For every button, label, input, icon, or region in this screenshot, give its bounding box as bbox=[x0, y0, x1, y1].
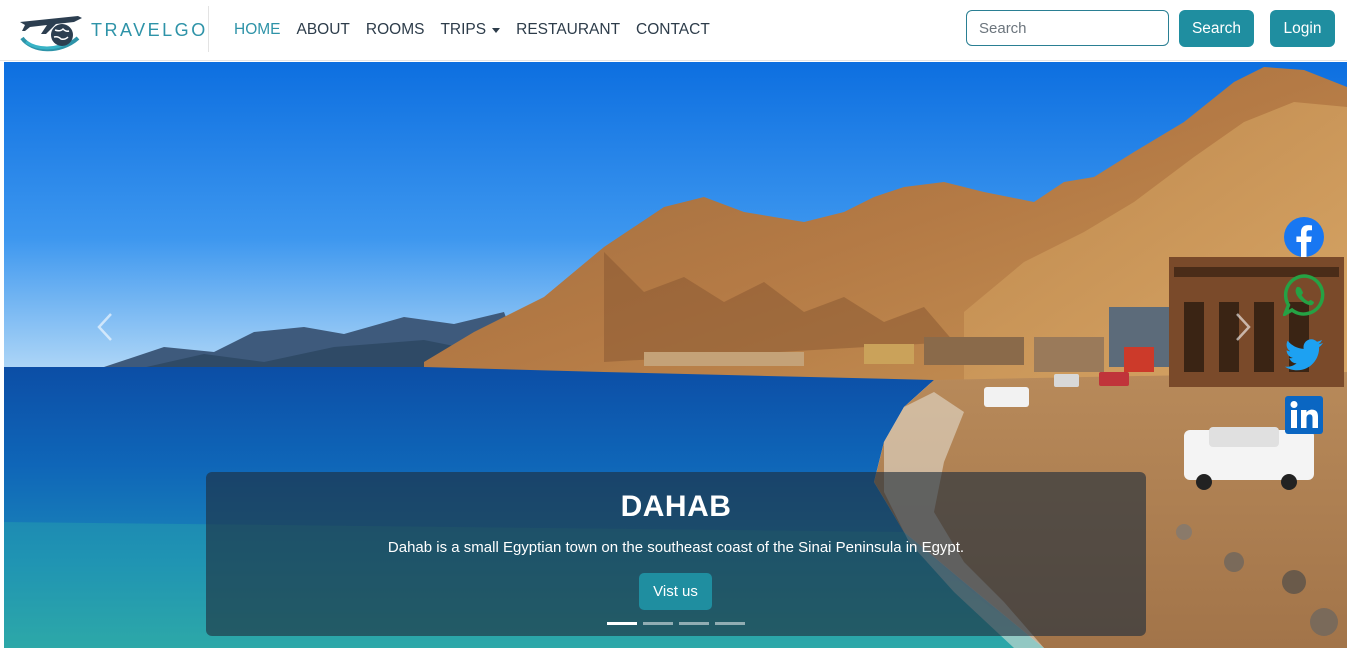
nav-item-label: TRIPS bbox=[440, 21, 487, 38]
slide-caption: DAHAB Dahab is a small Egyptian town on … bbox=[206, 472, 1146, 636]
search-button[interactable]: Search bbox=[1179, 10, 1254, 47]
nav-item-label: ROOMS bbox=[365, 21, 425, 38]
hero-carousel: DAHAB Dahab is a small Egyptian town on … bbox=[4, 62, 1347, 648]
carousel-indicator[interactable] bbox=[679, 622, 709, 625]
caret-down-icon bbox=[492, 27, 501, 33]
nav-item-restaurant[interactable]: RESTAURANT bbox=[516, 21, 620, 39]
carousel-indicators bbox=[607, 622, 745, 625]
visit-us-button[interactable]: Vist us bbox=[639, 573, 712, 610]
carousel-indicator[interactable] bbox=[607, 622, 637, 625]
facebook-icon[interactable] bbox=[1283, 216, 1325, 258]
carousel-prev-button[interactable] bbox=[90, 307, 120, 347]
carousel-next-button[interactable] bbox=[1228, 307, 1258, 347]
chevron-right-icon bbox=[1236, 313, 1251, 341]
brand[interactable]: TRAVELGO bbox=[16, 8, 208, 52]
carousel-indicator[interactable] bbox=[643, 622, 673, 625]
brand-name: TRAVELGO bbox=[91, 19, 208, 40]
linkedin-icon[interactable] bbox=[1283, 394, 1325, 436]
nav-item-label: CONTACT bbox=[636, 21, 710, 38]
nav-item-about[interactable]: ABOUT bbox=[297, 21, 350, 39]
nav-item-contact[interactable]: CONTACT bbox=[636, 21, 710, 39]
slide-description: Dahab is a small Egyptian town on the so… bbox=[387, 539, 965, 556]
twitter-icon[interactable] bbox=[1283, 334, 1325, 376]
nav-item-label: ABOUT bbox=[296, 21, 350, 38]
nav-item-trips[interactable]: TRIPS bbox=[440, 21, 501, 39]
carousel-indicator[interactable] bbox=[715, 622, 745, 625]
chevron-left-icon bbox=[97, 313, 112, 341]
navbar: TRAVELGO HOME ABOUT ROOMS TRIPS RESTAURA… bbox=[0, 0, 1347, 61]
main-nav: HOME ABOUT ROOMS TRIPS RESTAURANT CONTAC… bbox=[226, 0, 718, 60]
login-button[interactable]: Login bbox=[1270, 10, 1335, 47]
nav-item-home[interactable]: HOME bbox=[234, 21, 281, 39]
brand-divider bbox=[208, 6, 209, 52]
nav-item-label: RESTAURANT bbox=[516, 21, 621, 38]
plane-globe-logo-icon bbox=[20, 16, 82, 52]
whatsapp-icon[interactable] bbox=[1283, 274, 1325, 316]
nav-item-rooms[interactable]: ROOMS bbox=[366, 21, 425, 39]
slide-title: DAHAB bbox=[620, 490, 732, 523]
nav-item-label: HOME bbox=[234, 21, 281, 38]
search-input[interactable] bbox=[966, 10, 1169, 46]
